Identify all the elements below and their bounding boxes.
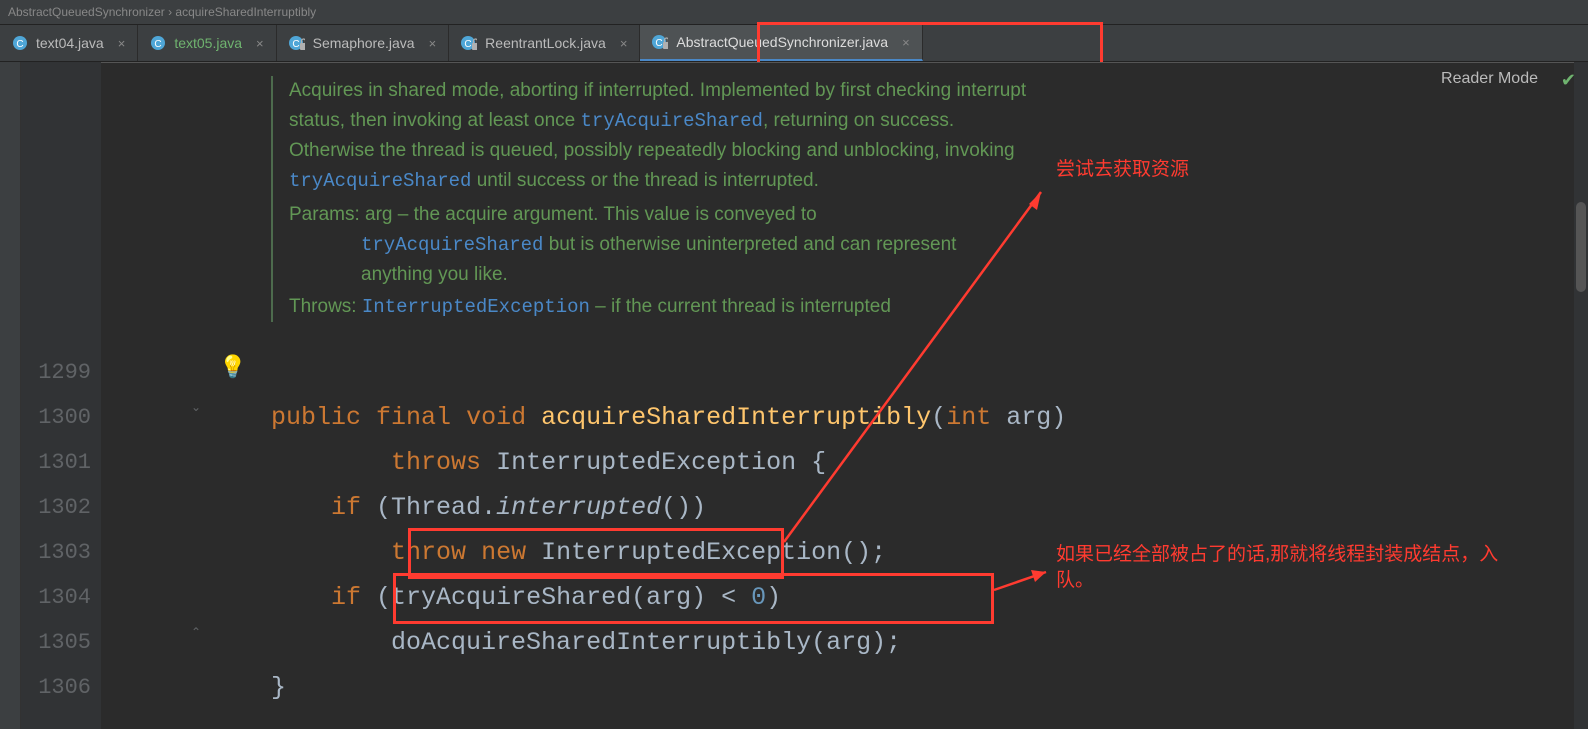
scrollbar-thumb[interactable] bbox=[1576, 202, 1586, 292]
close-icon[interactable]: × bbox=[620, 36, 628, 51]
line-gutter[interactable]: 1299 1300 1301 1302 1303 1304 1305 1306 bbox=[21, 62, 101, 729]
intention-bulb-icon[interactable]: 💡 bbox=[219, 354, 246, 380]
kw-throw: throw bbox=[391, 538, 466, 567]
tab-label: AbstractQueuedSynchronizer.java bbox=[676, 34, 888, 50]
line-number: 1303 bbox=[21, 530, 91, 575]
doc-text: – if the current thread is interrupted bbox=[590, 296, 891, 317]
doc-api-ref[interactable]: tryAcquireShared bbox=[581, 110, 763, 132]
doc-api-ref[interactable]: tryAcquireShared bbox=[361, 234, 543, 256]
class-icon: C bbox=[12, 35, 28, 51]
class-lock-icon: C bbox=[289, 35, 305, 51]
method-call: interrupted bbox=[496, 493, 661, 522]
doc-api-ref[interactable]: tryAcquireShared bbox=[289, 170, 471, 192]
kw-new: new bbox=[481, 538, 526, 567]
tool-window-strip[interactable] bbox=[0, 62, 21, 729]
kw-throws: throws bbox=[391, 448, 481, 477]
method-call: doAcquireSharedInterruptibly(arg); bbox=[391, 628, 901, 657]
method-call: tryAcquireShared(arg) bbox=[391, 583, 706, 612]
code-text: (Thread. bbox=[376, 493, 496, 522]
tab-semaphore[interactable]: C Semaphore.java × bbox=[277, 25, 450, 61]
kw-int: int bbox=[946, 403, 991, 432]
doc-api-ref[interactable]: InterruptedException bbox=[362, 296, 590, 318]
tab-text05[interactable]: C text05.java × bbox=[138, 25, 276, 61]
paren: ) bbox=[766, 583, 781, 612]
code-text: ()) bbox=[661, 493, 706, 522]
kw-final: final bbox=[376, 403, 451, 432]
doc-params-label: Params: bbox=[289, 204, 365, 225]
tab-label: text04.java bbox=[36, 35, 104, 51]
brace: { bbox=[811, 448, 826, 477]
line-number: 1304 bbox=[21, 575, 91, 620]
tab-label: Semaphore.java bbox=[313, 35, 415, 51]
line-number: 1306 bbox=[21, 665, 91, 710]
close-icon[interactable]: × bbox=[256, 36, 264, 51]
doc-text: arg – the acquire argument. This value i… bbox=[365, 204, 817, 225]
tab-text04[interactable]: C text04.java × bbox=[0, 25, 138, 61]
svg-text:C: C bbox=[465, 39, 472, 50]
svg-text:C: C bbox=[155, 39, 162, 50]
type-ref: InterruptedException bbox=[496, 448, 796, 477]
annotation-text: 尝试去获取资源 bbox=[1056, 157, 1189, 183]
class-lock-icon: C bbox=[652, 34, 668, 50]
doc-text: until success or the thread is interrupt… bbox=[471, 170, 818, 191]
annotation-text: 如果已经全部被占了的话,那就将线程封装成结点，入队。 bbox=[1056, 542, 1536, 594]
editor-top-separator bbox=[101, 62, 1588, 63]
kw-void: void bbox=[466, 403, 526, 432]
code-region[interactable]: Reader Mode ✔ Acquires in shared mode, a… bbox=[101, 62, 1588, 729]
tab-aqs[interactable]: C AbstractQueuedSynchronizer.java × bbox=[640, 25, 922, 61]
breadcrumb-bar: AbstractQueuedSynchronizer › acquireShar… bbox=[0, 0, 1588, 25]
line-number: 1300 bbox=[21, 395, 91, 440]
breadcrumb: AbstractQueuedSynchronizer › acquireShar… bbox=[8, 5, 316, 19]
svg-text:C: C bbox=[292, 39, 299, 50]
editor-tabs: C text04.java × C text05.java × C Semaph… bbox=[0, 25, 1588, 62]
tab-reentrantlock[interactable]: C ReentrantLock.java × bbox=[449, 25, 640, 61]
line-number: 1305 bbox=[21, 620, 91, 665]
tab-label: text05.java bbox=[174, 35, 242, 51]
kw-public: public bbox=[271, 403, 361, 432]
svg-text:C: C bbox=[656, 38, 663, 49]
method-name: acquireSharedInterruptibly bbox=[541, 403, 931, 432]
close-icon[interactable]: × bbox=[118, 36, 126, 51]
close-icon[interactable]: × bbox=[429, 36, 437, 51]
line-number: 1301 bbox=[21, 440, 91, 485]
code-text[interactable]: public final void acquireSharedInterrupt… bbox=[271, 350, 1066, 729]
fold-handle-icon[interactable]: ⌃ bbox=[191, 625, 205, 639]
doc-throws-label: Throws: bbox=[289, 296, 362, 317]
ctor-call: InterruptedException(); bbox=[541, 538, 886, 567]
close-icon[interactable]: × bbox=[902, 35, 910, 50]
reader-mode-label[interactable]: Reader Mode bbox=[1441, 70, 1538, 88]
brace: } bbox=[271, 673, 286, 702]
param-arg: arg bbox=[1006, 403, 1051, 432]
javadoc-rendered: Acquires in shared mode, aborting if int… bbox=[271, 76, 1029, 322]
scrollbar-track[interactable] bbox=[1574, 62, 1588, 729]
number-literal: 0 bbox=[751, 583, 766, 612]
tab-label: ReentrantLock.java bbox=[485, 35, 606, 51]
class-lock-icon: C bbox=[461, 35, 477, 51]
kw-if: if bbox=[331, 493, 361, 522]
op: < bbox=[721, 583, 736, 612]
fold-handle-icon[interactable]: ⌄ bbox=[191, 400, 205, 414]
editor-area: 1299 1300 1301 1302 1303 1304 1305 1306 … bbox=[0, 62, 1588, 729]
line-number: 1299 bbox=[21, 350, 91, 395]
kw-if: if bbox=[331, 583, 361, 612]
line-number: 1302 bbox=[21, 485, 91, 530]
svg-text:C: C bbox=[16, 39, 23, 50]
class-icon: C bbox=[150, 35, 166, 51]
